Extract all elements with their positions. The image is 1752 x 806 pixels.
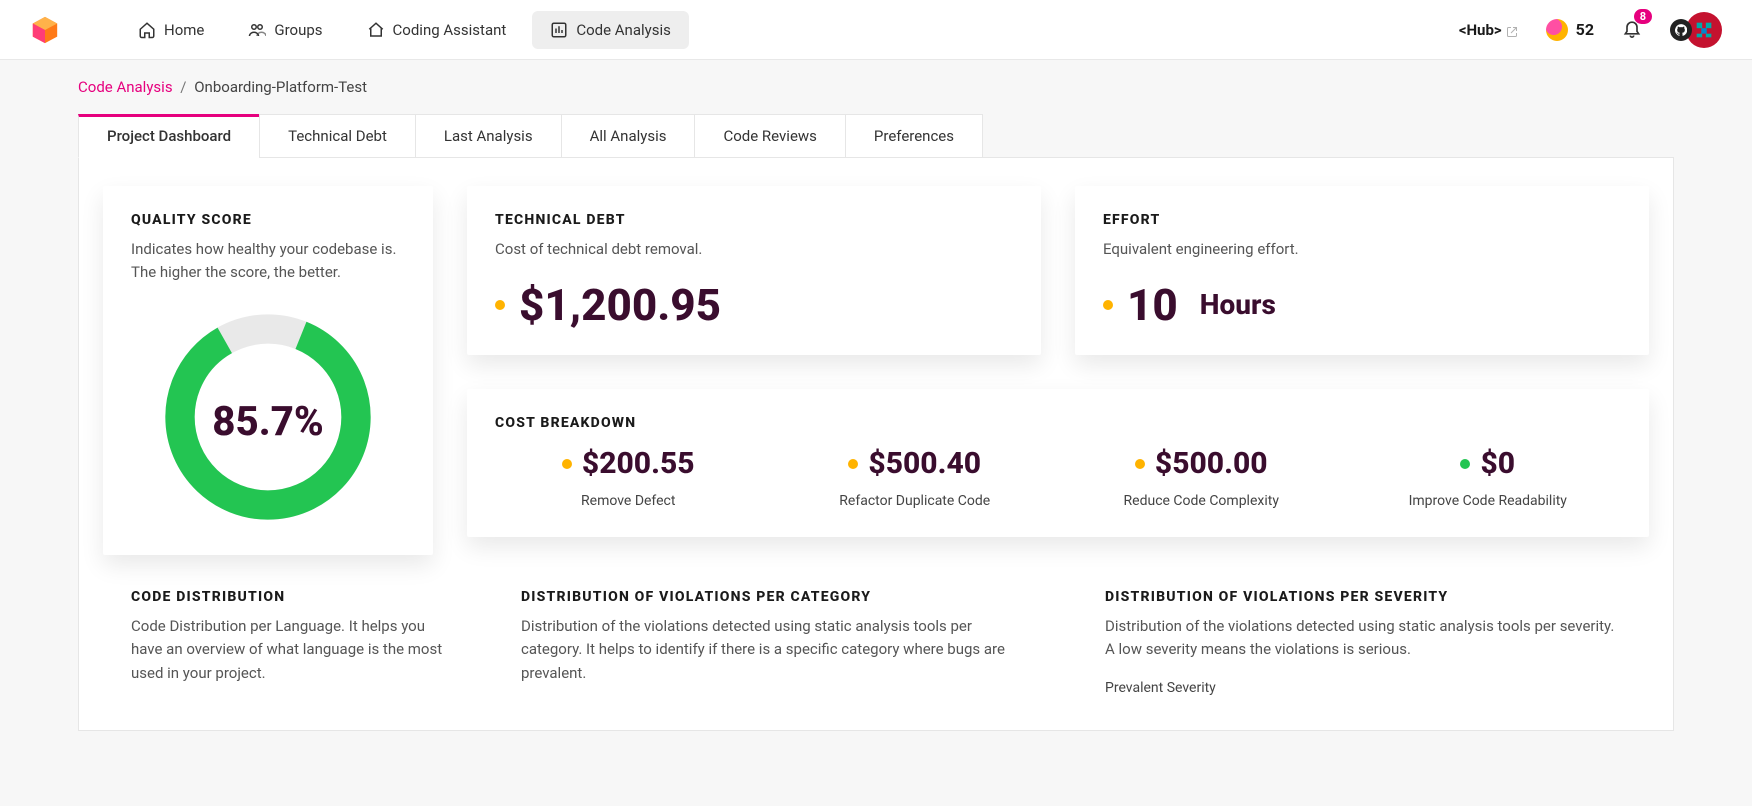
breakdown-label: Improve Code Readability [1355, 493, 1622, 509]
breakdown-value: $200.55 [582, 449, 695, 479]
prevalent-severity-label: Prevalent Severity [1105, 680, 1621, 696]
page: Code Analysis / Onboarding-Platform-Test… [0, 60, 1752, 771]
coin-count: 52 [1576, 20, 1594, 39]
breadcrumb-root[interactable]: Code Analysis [78, 78, 173, 96]
breakdown-item-remove-defect: $200.55 Remove Defect [495, 449, 762, 509]
tab-project-dashboard[interactable]: Project Dashboard [78, 114, 260, 158]
nav-right: <Hub> 52 8 [1459, 12, 1722, 48]
nav-coding-assistant[interactable]: Coding Assistant [349, 11, 525, 49]
breakdown-item-reduce-complexity: $500.00 Reduce Code Complexity [1068, 449, 1335, 509]
breakdown-label: Remove Defect [495, 493, 762, 509]
coin-icon [1546, 19, 1568, 41]
breakdown-value: $500.00 [1155, 449, 1268, 479]
card-violations-category: DISTRIBUTION OF VIOLATIONS PER CATEGORY … [491, 589, 1067, 696]
status-dot-icon [495, 300, 505, 310]
breakdown-value: $500.40 [868, 449, 981, 479]
nav-groups[interactable]: Groups [230, 11, 340, 49]
quality-value: 85.7% [212, 398, 324, 445]
tab-preferences[interactable]: Preferences [845, 114, 983, 158]
card-subtitle: Code Distribution per Language. It helps… [131, 615, 453, 685]
external-link-icon [1506, 24, 1518, 36]
notification-badge: 8 [1634, 9, 1652, 24]
status-dot-icon [1460, 459, 1470, 469]
nav-home[interactable]: Home [120, 11, 222, 49]
card-title: DISTRIBUTION OF VIOLATIONS PER SEVERITY [1105, 589, 1621, 605]
tab-last-analysis[interactable]: Last Analysis [415, 114, 562, 158]
assistant-icon [367, 21, 385, 39]
app-logo[interactable] [30, 15, 60, 45]
nav-code-analysis[interactable]: Code Analysis [532, 11, 689, 49]
github-icon [1670, 19, 1692, 41]
hub-label: <Hub> [1459, 21, 1502, 39]
nav-label: Code Analysis [576, 21, 671, 39]
tab-all-analysis[interactable]: All Analysis [561, 114, 696, 158]
card-effort: EFFORT Equivalent engineering effort. 10… [1075, 186, 1649, 355]
card-title: QUALITY SCORE [131, 212, 405, 228]
breadcrumb-current: Onboarding-Platform-Test [194, 78, 367, 96]
breadcrumb-sep: / [180, 78, 186, 96]
card-technical-debt: TECHNICAL DEBT Cost of technical debt re… [467, 186, 1041, 355]
coin-balance[interactable]: 52 [1546, 19, 1594, 41]
card-code-distribution: CODE DISTRIBUTION Code Distribution per … [127, 589, 457, 696]
card-subtitle: Cost of technical debt removal. [495, 238, 1013, 261]
status-dot-icon [562, 459, 572, 469]
card-title: EFFORT [1103, 212, 1621, 228]
status-dot-icon [1103, 300, 1113, 310]
breakdown-label: Reduce Code Complexity [1068, 493, 1335, 509]
nav-items: Home Groups Coding Assistant Code Analys… [120, 11, 689, 49]
tab-content: QUALITY SCORE Indicates how healthy your… [78, 157, 1674, 731]
card-title: COST BREAKDOWN [495, 415, 1621, 431]
effort-unit: Hours [1200, 288, 1276, 321]
hub-link[interactable]: <Hub> [1459, 21, 1518, 39]
nav-label: Coding Assistant [393, 21, 507, 39]
notifications-button[interactable]: 8 [1622, 17, 1642, 43]
technical-debt-value: $1,200.95 [519, 283, 721, 327]
groups-icon [248, 21, 266, 39]
card-title: DISTRIBUTION OF VIOLATIONS PER CATEGORY [521, 589, 1037, 605]
card-cost-breakdown: COST BREAKDOWN $200.55 Remove Defect [467, 389, 1649, 537]
tab-code-reviews[interactable]: Code Reviews [694, 114, 845, 158]
nav-label: Groups [274, 21, 322, 39]
card-subtitle: Distribution of the violations detected … [521, 615, 1037, 685]
breakdown-item-improve-readability: $0 Improve Code Readability [1355, 449, 1622, 509]
top-nav: Home Groups Coding Assistant Code Analys… [0, 0, 1752, 60]
card-subtitle: Distribution of the violations detected … [1105, 615, 1621, 662]
card-subtitle: Indicates how healthy your codebase is. … [131, 238, 405, 283]
effort-value: 10 [1127, 283, 1178, 327]
status-dot-icon [848, 459, 858, 469]
card-violations-severity: DISTRIBUTION OF VIOLATIONS PER SEVERITY … [1101, 589, 1625, 696]
breadcrumb: Code Analysis / Onboarding-Platform-Test [78, 78, 1674, 96]
card-title: CODE DISTRIBUTION [131, 589, 453, 605]
tabs: Project Dashboard Technical Debt Last An… [78, 114, 1674, 158]
home-icon [138, 21, 156, 39]
tab-technical-debt[interactable]: Technical Debt [259, 114, 416, 158]
card-subtitle: Equivalent engineering effort. [1103, 238, 1621, 261]
breakdown-item-refactor-duplicate: $500.40 Refactor Duplicate Code [782, 449, 1049, 509]
account-menu[interactable] [1670, 12, 1722, 48]
breakdown-label: Refactor Duplicate Code [782, 493, 1049, 509]
status-dot-icon [1135, 459, 1145, 469]
breakdown-value: $0 [1480, 449, 1515, 479]
card-quality-score: QUALITY SCORE Indicates how healthy your… [103, 186, 433, 555]
quality-gauge: 85.7% [131, 307, 405, 527]
nav-label: Home [164, 21, 204, 39]
analysis-icon [550, 21, 568, 39]
card-title: TECHNICAL DEBT [495, 212, 1013, 228]
